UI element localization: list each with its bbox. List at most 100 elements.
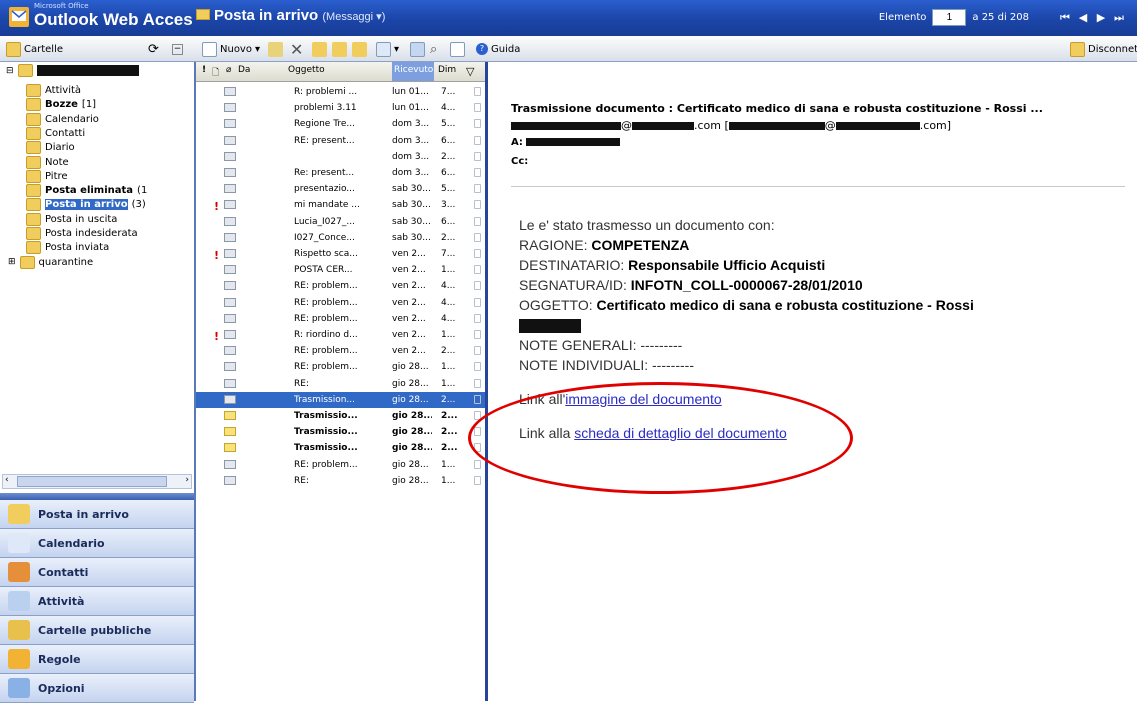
first-page-icon[interactable]: ⏮: [1059, 11, 1071, 25]
check-messages-button[interactable]: [410, 40, 425, 58]
flag-icon[interactable]: [474, 475, 481, 485]
message-row[interactable]: Re: present... dom 3... 6...: [196, 165, 485, 181]
column-size[interactable]: Dim: [438, 65, 456, 75]
refresh-icon[interactable]: ⟳: [148, 40, 159, 58]
filter-icon[interactable]: ▽: [466, 65, 474, 78]
nav-regole[interactable]: Regole: [0, 645, 194, 674]
flag-icon[interactable]: [474, 151, 481, 161]
nav-posta-in-arrivo[interactable]: Posta in arrivo: [0, 500, 194, 529]
flag-icon[interactable]: [474, 459, 481, 469]
nav-attività[interactable]: Attività: [0, 587, 194, 616]
view-selector[interactable]: (Messaggi ▾): [322, 11, 385, 23]
item-number-input[interactable]: [932, 9, 967, 26]
attachment-column-icon[interactable]: ⌀: [226, 65, 231, 75]
flag-icon[interactable]: [474, 281, 481, 291]
folder-item[interactable]: Calendario: [26, 112, 99, 126]
flag-icon[interactable]: [474, 394, 481, 404]
flag-icon[interactable]: [474, 216, 481, 226]
folder-item[interactable]: Posta in arrivo (3): [26, 198, 146, 212]
flag-icon[interactable]: [474, 313, 481, 323]
flag-icon[interactable]: [474, 330, 481, 339]
message-row[interactable]: presentazio... sab 30... 5...: [196, 181, 485, 197]
folder-item[interactable]: Posta eliminata (1: [26, 184, 147, 198]
flag-icon[interactable]: [474, 362, 481, 372]
tree-horizontal-scrollbar[interactable]: ‹ ›: [2, 474, 192, 489]
message-row[interactable]: ! Rispetto sca... ven 2... 7...: [196, 246, 485, 262]
delete-button[interactable]: ✕: [290, 40, 303, 59]
nav-cartelle-pubbliche[interactable]: Cartelle pubbliche: [0, 616, 194, 645]
message-row[interactable]: RE: problem... ven 2... 2...: [196, 343, 485, 359]
message-row[interactable]: ! R: riordino d... ven 2... 1...: [196, 327, 485, 343]
folder-item[interactable]: Bozze [1]: [26, 98, 96, 112]
message-row[interactable]: RE: gio 28... 1...: [196, 473, 485, 489]
reply-all-button[interactable]: [332, 40, 347, 58]
reply-button[interactable]: [312, 40, 327, 58]
flag-icon[interactable]: [474, 168, 481, 177]
message-row[interactable]: dom 3... 2...: [196, 149, 485, 165]
scroll-left-icon[interactable]: ‹: [5, 475, 9, 485]
previous-page-icon[interactable]: ◀: [1077, 11, 1089, 25]
message-row[interactable]: Trasmissio... gio 28... 2...: [196, 440, 485, 456]
importance-column-icon[interactable]: !: [202, 65, 206, 75]
scroll-right-icon[interactable]: ›: [185, 475, 189, 485]
message-row[interactable]: R: problemi ... lun 01... 7...: [196, 84, 485, 100]
message-row[interactable]: Trasmissio... gio 28... 2...: [196, 408, 485, 424]
mailbox-root[interactable]: ⊟: [6, 64, 139, 77]
message-row[interactable]: problemi 3.11 lun 01... 4...: [196, 100, 485, 116]
nav-calendario[interactable]: Calendario: [0, 529, 194, 558]
new-button[interactable]: Nuovo ▾: [202, 40, 260, 58]
folder-item[interactable]: Posta inviata: [26, 241, 109, 255]
message-row[interactable]: RE: present... dom 3... 6...: [196, 133, 485, 149]
message-row[interactable]: RE: problem... ven 2... 4...: [196, 295, 485, 311]
message-row[interactable]: RE: problem... ven 2... 4...: [196, 278, 485, 294]
message-row[interactable]: RE: problem... ven 2... 4...: [196, 311, 485, 327]
flag-icon[interactable]: [474, 297, 481, 307]
column-subject[interactable]: Oggetto: [288, 65, 325, 75]
flag-icon[interactable]: [474, 378, 481, 388]
forward-button[interactable]: [352, 40, 367, 58]
address-book-button[interactable]: [450, 40, 465, 58]
collapse-icon[interactable]: −: [172, 40, 183, 58]
flag-icon[interactable]: [474, 135, 481, 145]
nav-contatti[interactable]: Contatti: [0, 558, 194, 587]
column-received[interactable]: Ricevuto: [392, 62, 434, 81]
help-button[interactable]: ? Guida: [476, 40, 520, 58]
flag-icon[interactable]: [474, 103, 481, 113]
message-row[interactable]: RE: problem... gio 28... 1...: [196, 359, 485, 375]
last-page-icon[interactable]: ⏭: [1113, 11, 1125, 25]
type-column-icon[interactable]: 🗋: [212, 65, 219, 81]
nav-opzioni[interactable]: Opzioni: [0, 674, 194, 703]
folder-item[interactable]: Contatti: [26, 126, 85, 140]
expand-icon[interactable]: ⊞: [8, 257, 16, 267]
folder-item[interactable]: Diario: [26, 141, 75, 155]
folder-item[interactable]: Posta indesiderata: [26, 227, 138, 240]
message-row[interactable]: POSTA CER... ven 2... 1...: [196, 262, 485, 278]
folder-item[interactable]: Note: [26, 155, 69, 169]
folder-item[interactable]: Posta in uscita: [26, 212, 117, 226]
folder-item[interactable]: ⊞ quarantine: [8, 255, 93, 269]
message-row[interactable]: Trasmissio... gio 28... 2...: [196, 424, 485, 440]
folder-item[interactable]: Pitre: [26, 169, 68, 183]
message-row[interactable]: RE: problem... gio 28... 1...: [196, 457, 485, 473]
nav-pane-splitter[interactable]: [0, 493, 194, 500]
flag-icon[interactable]: [474, 119, 481, 129]
flag-icon[interactable]: [474, 265, 481, 275]
message-row[interactable]: Lucia_I027_... sab 30... 6...: [196, 214, 485, 230]
message-row[interactable]: I027_Conce... sab 30... 2...: [196, 230, 485, 246]
flag-icon[interactable]: [474, 346, 481, 356]
message-row[interactable]: Regione Tre... dom 3... 5...: [196, 116, 485, 132]
message-row[interactable]: ! mi mandate ... sab 30... 3...: [196, 197, 485, 213]
flag-icon[interactable]: [474, 200, 481, 210]
message-row[interactable]: RE: gio 28... 1...: [196, 376, 485, 392]
message-row[interactable]: Trasmission... gio 28... 2...: [196, 391, 485, 408]
flag-icon[interactable]: [474, 249, 481, 258]
move-button[interactable]: [268, 40, 283, 58]
flag-icon[interactable]: [474, 232, 481, 242]
flag-icon[interactable]: [474, 87, 481, 96]
flag-icon[interactable]: [474, 184, 481, 194]
column-from[interactable]: Da: [238, 65, 250, 75]
view-button[interactable]: ▾: [376, 40, 399, 58]
scroll-thumb[interactable]: [17, 476, 167, 487]
find-button[interactable]: ⌕: [430, 40, 437, 58]
disconnect-button[interactable]: Disconnetti: [1070, 40, 1137, 58]
